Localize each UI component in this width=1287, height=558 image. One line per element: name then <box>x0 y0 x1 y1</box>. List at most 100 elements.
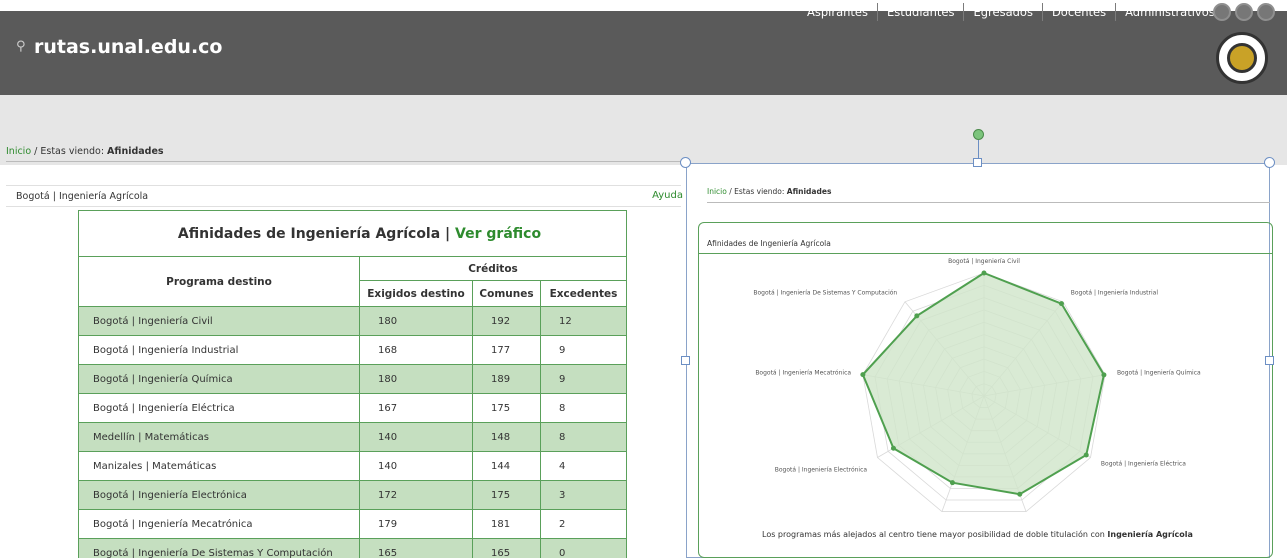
nav-administrativos[interactable]: Administrativos <box>1115 3 1224 21</box>
radar-axis-label: Bogotá | Ingeniería Electrónica <box>775 467 868 474</box>
cell-comunes: 165 <box>472 538 541 558</box>
radar-axis-label: Bogotá | Ingeniería Industrial <box>1071 290 1159 297</box>
chart-note: Los programas más alejados al centro tie… <box>762 530 1193 539</box>
chart-note-text: Los programas más alejados al centro tie… <box>762 530 1108 539</box>
chart-title: Afinidades de Ingeniería Agrícola <box>707 239 831 248</box>
subheader-band <box>0 95 1287 165</box>
cell-comunes: 189 <box>472 364 541 394</box>
cell-program: Bogotá | Ingeniería Química <box>78 364 360 394</box>
breadcrumb-divider <box>6 161 681 162</box>
table-row: Bogotá | Ingeniería Civil 180 192 12 <box>78 306 627 336</box>
header-bar: Aspirantes Estudiantes Egresados Docente… <box>0 0 1287 95</box>
cell-program: Bogotá | Ingeniería Electrónica <box>78 480 360 510</box>
cell-exigidos: 179 <box>359 509 473 539</box>
affinities-table: Afinidades de Ingeniería Agrícola | Ver … <box>78 210 627 558</box>
cell-excedentes: 9 <box>540 364 627 394</box>
cell-program: Medellín | Matemáticas <box>78 422 360 452</box>
overlay-breadcrumb-divider <box>707 202 1270 203</box>
cell-comunes: 181 <box>472 509 541 539</box>
breadcrumb-current: Afinidades <box>107 146 164 157</box>
cell-excedentes: 9 <box>540 335 627 365</box>
view-chart-link[interactable]: Ver gráfico <box>455 226 541 242</box>
cell-exigidos: 140 <box>359 422 473 452</box>
cell-comunes: 175 <box>472 480 541 510</box>
cell-excedentes: 2 <box>540 509 627 539</box>
resize-handle-top-left[interactable] <box>680 157 691 168</box>
radar-point <box>1101 372 1107 378</box>
chart-image-overlay[interactable]: Inicio / Estas viendo: Afinidades Afinid… <box>686 163 1273 558</box>
program-selector-bar: Bogotá | Ingeniería Agrícola Ayuda <box>6 185 683 207</box>
cell-exigidos: 172 <box>359 480 473 510</box>
overlay-breadcrumb-sep: / Estas viendo: <box>726 187 787 196</box>
resize-handle-top[interactable] <box>973 158 982 167</box>
radar-chart: Bogotá | Ingeniería Civil Bogotá | Ingeni… <box>753 258 1201 526</box>
radar-axis-label: Bogotá | Ingeniería Mecatrónica <box>755 370 851 377</box>
radar-point <box>860 372 866 378</box>
cell-excedentes: 4 <box>540 451 627 481</box>
chart-title-divider <box>698 253 1273 254</box>
cell-excedentes: 12 <box>540 306 627 336</box>
breadcrumb-separator: / Estas viendo: <box>31 146 108 157</box>
table-row: Bogotá | Ingeniería Electrónica 172 175 … <box>78 480 627 510</box>
col-header-excedentes: Excedentes <box>540 280 627 307</box>
table-row: Medellín | Matemáticas 140 148 8 <box>78 422 627 452</box>
resize-handle-right[interactable] <box>1265 356 1274 365</box>
cell-excedentes: 0 <box>540 538 627 558</box>
cell-exigidos: 140 <box>359 451 473 481</box>
radar-point <box>949 480 955 486</box>
radar-axis-label: Bogotá | Ingeniería Eléctrica <box>1101 461 1186 468</box>
resize-handle-left[interactable] <box>681 356 690 365</box>
help-link[interactable]: Ayuda <box>652 190 683 201</box>
overlay-breadcrumb-current: Afinidades <box>786 187 832 196</box>
cell-program: Manizales | Matemáticas <box>78 451 360 481</box>
table-row: Manizales | Matemáticas 140 144 4 <box>78 451 627 481</box>
top-nav: Aspirantes Estudiantes Egresados Docente… <box>798 3 1224 21</box>
overlay-breadcrumb-home[interactable]: Inicio <box>707 187 727 196</box>
table-row: Bogotá | Ingeniería De Sistemas Y Comput… <box>78 538 627 558</box>
nav-docentes[interactable]: Docentes <box>1041 3 1115 21</box>
breadcrumb: Inicio / Estas viendo: Afinidades <box>6 146 164 157</box>
breadcrumb-home-link[interactable]: Inicio <box>6 146 31 157</box>
radar-axis-label: Bogotá | Ingeniería De Sistemas Y Comput… <box>753 290 897 297</box>
cell-exigidos: 180 <box>359 306 473 336</box>
col-header-exigidos: Exigidos destino <box>359 280 473 307</box>
site-identity: ⚲ rutas.unal.edu.co <box>16 36 222 58</box>
cell-program: Bogotá | Ingeniería Industrial <box>78 335 360 365</box>
radar-point <box>981 270 987 276</box>
table-row: Bogotá | Ingeniería Mecatrónica 179 181 … <box>78 509 627 539</box>
cell-comunes: 144 <box>472 451 541 481</box>
nav-aspirantes[interactable]: Aspirantes <box>798 3 877 21</box>
cell-exigidos: 168 <box>359 335 473 365</box>
cell-comunes: 177 <box>472 335 541 365</box>
chart-note-bold: Ingeniería Agrícola <box>1107 530 1193 539</box>
cell-comunes: 148 <box>472 422 541 452</box>
radar-point <box>1083 452 1089 458</box>
radar-point <box>1058 301 1064 307</box>
col-header-credits: Créditos <box>359 256 627 281</box>
social-links <box>1213 3 1275 21</box>
cell-comunes: 192 <box>472 306 541 336</box>
rss-icon[interactable] <box>1257 3 1275 21</box>
radar-series-area <box>861 271 1105 496</box>
cell-excedentes: 3 <box>540 480 627 510</box>
twitter-icon[interactable] <box>1235 3 1253 21</box>
col-header-comunes: Comunes <box>472 280 541 307</box>
colombia-seal-icon <box>1216 32 1268 84</box>
site-url[interactable]: rutas.unal.edu.co <box>34 36 222 58</box>
program-selector[interactable]: Bogotá | Ingeniería Agrícola <box>16 191 148 202</box>
radar-point <box>890 445 896 451</box>
facebook-icon[interactable] <box>1213 3 1231 21</box>
table-row: Bogotá | Ingeniería Eléctrica 167 175 8 <box>78 393 627 423</box>
table-caption: Afinidades de Ingeniería Agrícola | Ver … <box>78 210 627 257</box>
cell-exigidos: 165 <box>359 538 473 558</box>
table-row: Bogotá | Ingeniería Industrial 168 177 9 <box>78 335 627 365</box>
cell-exigidos: 180 <box>359 364 473 394</box>
resize-handle-top-right[interactable] <box>1264 157 1275 168</box>
rotate-handle[interactable] <box>973 129 984 140</box>
location-pin-icon: ⚲ <box>16 39 26 54</box>
nav-egresados[interactable]: Egresados <box>963 3 1041 21</box>
table-title: Afinidades de Ingeniería Agrícola | <box>177 225 456 242</box>
cell-excedentes: 8 <box>540 422 627 452</box>
nav-estudiantes[interactable]: Estudiantes <box>877 3 963 21</box>
cell-program: Bogotá | Ingeniería Mecatrónica <box>78 509 360 539</box>
